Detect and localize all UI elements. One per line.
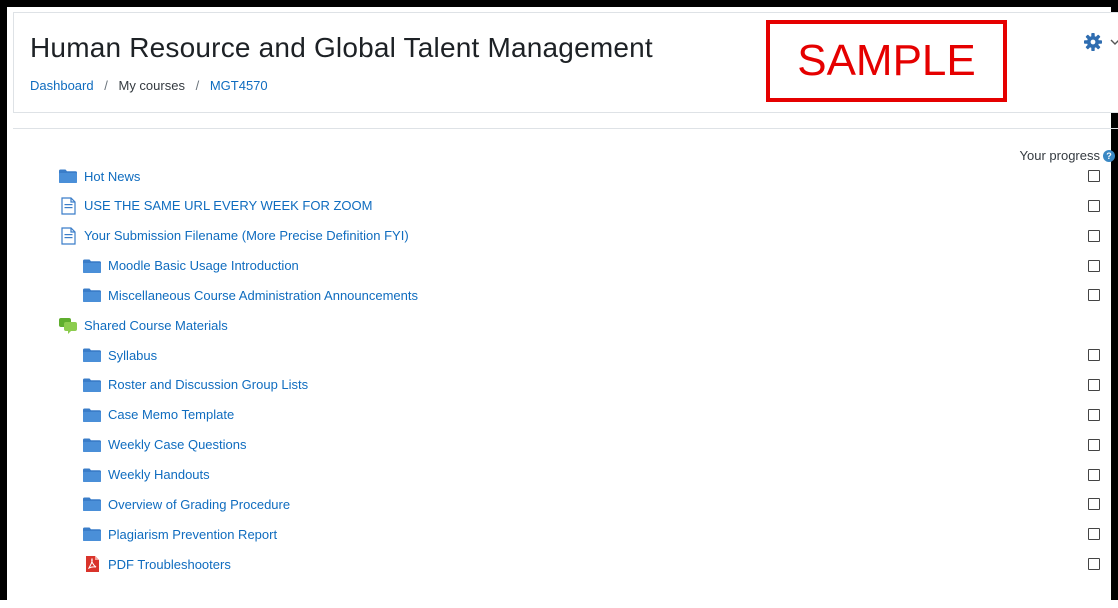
activity-item[interactable]: Weekly Handouts (82, 464, 210, 486)
progress-header: Your progress ? (1020, 148, 1115, 163)
folder-icon (82, 525, 102, 543)
activity-item[interactable]: Miscellaneous Course Administration Anno… (82, 284, 418, 306)
activity-link[interactable]: Shared Course Materials (84, 318, 228, 333)
folder-icon (82, 376, 102, 394)
activity-link[interactable]: Miscellaneous Course Administration Anno… (108, 288, 418, 303)
completion-checkbox[interactable] (1088, 349, 1100, 362)
page-icon (58, 197, 78, 215)
activity-item[interactable]: Shared Course Materials (58, 314, 228, 336)
pdf-icon (82, 555, 102, 573)
activity-link[interactable]: Hot News (84, 169, 140, 184)
completion-checkbox[interactable] (1088, 498, 1100, 511)
folder-icon (82, 286, 102, 304)
chevron-down-icon[interactable] (1110, 36, 1118, 48)
completion-checkbox[interactable] (1088, 558, 1100, 571)
activity-item[interactable]: Moodle Basic Usage Introduction (82, 255, 299, 277)
activity-item[interactable]: PDF Troubleshooters (82, 553, 231, 575)
completion-checkbox[interactable] (1088, 170, 1100, 182)
activity-link[interactable]: Plagiarism Prevention Report (108, 527, 277, 542)
activity-link[interactable]: Weekly Handouts (108, 467, 210, 482)
breadcrumb-dashboard[interactable]: Dashboard (30, 78, 94, 93)
activity-link[interactable]: Moodle Basic Usage Introduction (108, 258, 299, 273)
activity-item[interactable]: Overview of Grading Procedure (82, 493, 290, 515)
folder-icon (82, 436, 102, 454)
activity-item[interactable]: Hot News (58, 165, 140, 187)
activity-link[interactable]: Case Memo Template (108, 407, 234, 422)
progress-label: Your progress (1019, 148, 1100, 163)
completion-checkbox[interactable] (1088, 438, 1100, 451)
activity-item[interactable]: Plagiarism Prevention Report (82, 523, 277, 545)
completion-checkbox[interactable] (1088, 229, 1100, 242)
completion-checkbox[interactable] (1088, 289, 1100, 302)
folder-icon (82, 346, 102, 364)
activity-item[interactable]: Case Memo Template (82, 404, 234, 426)
breadcrumb-separator: / (104, 78, 108, 93)
activity-item[interactable]: Weekly Case Questions (82, 434, 247, 456)
sample-watermark: SAMPLE (766, 20, 1007, 102)
activity-link[interactable]: Roster and Discussion Group Lists (108, 377, 308, 392)
activity-link[interactable]: USE THE SAME URL EVERY WEEK FOR ZOOM (84, 198, 372, 213)
breadcrumb-my-courses: My courses (118, 78, 185, 93)
breadcrumb: Dashboard / My courses / MGT4570 (30, 78, 268, 93)
activity-link[interactable]: Overview of Grading Procedure (108, 497, 290, 512)
folder-icon (58, 167, 78, 185)
folder-icon (82, 406, 102, 424)
forum-icon (58, 316, 78, 335)
folder-icon (82, 495, 102, 513)
activity-item[interactable]: Syllabus (82, 344, 157, 366)
gear-icon[interactable] (1083, 32, 1103, 52)
breadcrumb-course[interactable]: MGT4570 (210, 78, 268, 93)
activity-link[interactable]: Your Submission Filename (More Precise D… (84, 228, 409, 243)
completion-checkbox[interactable] (1088, 378, 1100, 391)
completion-checkbox[interactable] (1088, 259, 1100, 272)
page-icon (58, 227, 78, 245)
activity-link[interactable]: PDF Troubleshooters (108, 557, 231, 572)
activity-item[interactable]: Your Submission Filename (More Precise D… (58, 225, 409, 247)
completion-checkbox[interactable] (1088, 199, 1100, 212)
activity-item[interactable]: Roster and Discussion Group Lists (82, 374, 308, 396)
activity-link[interactable]: Weekly Case Questions (108, 437, 247, 452)
activity-item[interactable]: USE THE SAME URL EVERY WEEK FOR ZOOM (58, 195, 372, 217)
page-title: Human Resource and Global Talent Managem… (30, 32, 653, 63)
completion-checkbox[interactable] (1088, 468, 1100, 481)
completion-checkbox[interactable] (1088, 528, 1100, 541)
breadcrumb-separator: / (195, 78, 200, 93)
help-icon[interactable]: ? (1103, 149, 1115, 162)
folder-icon (82, 257, 102, 275)
completion-checkbox[interactable] (1088, 408, 1100, 421)
folder-icon (82, 466, 102, 484)
activity-link[interactable]: Syllabus (108, 348, 157, 363)
